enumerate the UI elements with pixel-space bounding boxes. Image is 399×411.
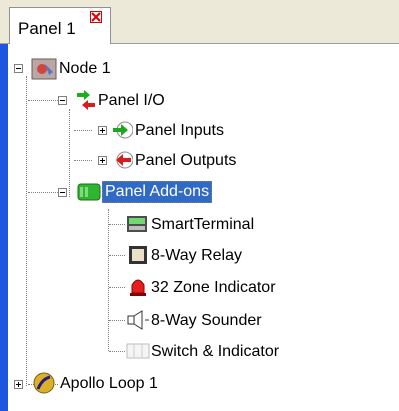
collapse-toggle[interactable] — [14, 64, 23, 73]
smart-terminal-icon — [126, 214, 148, 239]
loop-icon — [32, 371, 56, 400]
tree-label: Apollo Loop 1 — [60, 375, 158, 392]
left-accent-bar — [0, 44, 8, 411]
sounder-icon — [126, 310, 150, 335]
tab-strip: Panel 1 — [0, 0, 399, 45]
input-arrow-icon — [111, 120, 134, 145]
expand-toggle[interactable] — [98, 126, 107, 135]
collapse-toggle[interactable] — [58, 96, 67, 105]
tree-label: 8-Way Sounder — [151, 312, 262, 329]
tree-label: Panel Outputs — [135, 152, 237, 169]
node-icon — [31, 57, 57, 86]
expand-toggle[interactable] — [14, 380, 23, 389]
collapse-toggle[interactable] — [58, 188, 67, 197]
tree-view[interactable]: Node 1 Panel I/O Panel Inputs Panel Outp… — [8, 44, 399, 411]
tab-label: Panel 1 — [18, 19, 76, 38]
tree-label: 32 Zone Indicator — [151, 279, 276, 296]
close-icon[interactable] — [90, 11, 102, 23]
tab-panel-1[interactable]: Panel 1 — [9, 7, 111, 45]
relay-icon — [128, 245, 148, 270]
tree-label-selected: Panel Add-ons — [102, 181, 213, 203]
panel-io-icon — [76, 90, 96, 115]
addon-board-icon — [76, 181, 102, 208]
tree-label: Panel Inputs — [135, 122, 224, 139]
tree-label: Switch & Indicator — [151, 343, 280, 360]
tree-label: SmartTerminal — [151, 216, 255, 233]
expand-toggle[interactable] — [98, 156, 107, 165]
tree-label: Node 1 — [59, 60, 111, 77]
switch-panel-icon — [126, 341, 150, 366]
alarm-beacon-icon — [129, 277, 147, 302]
tree-label: 8-Way Relay — [151, 247, 242, 264]
output-arrow-icon — [111, 150, 134, 175]
tree-label: Panel I/O — [98, 92, 165, 109]
